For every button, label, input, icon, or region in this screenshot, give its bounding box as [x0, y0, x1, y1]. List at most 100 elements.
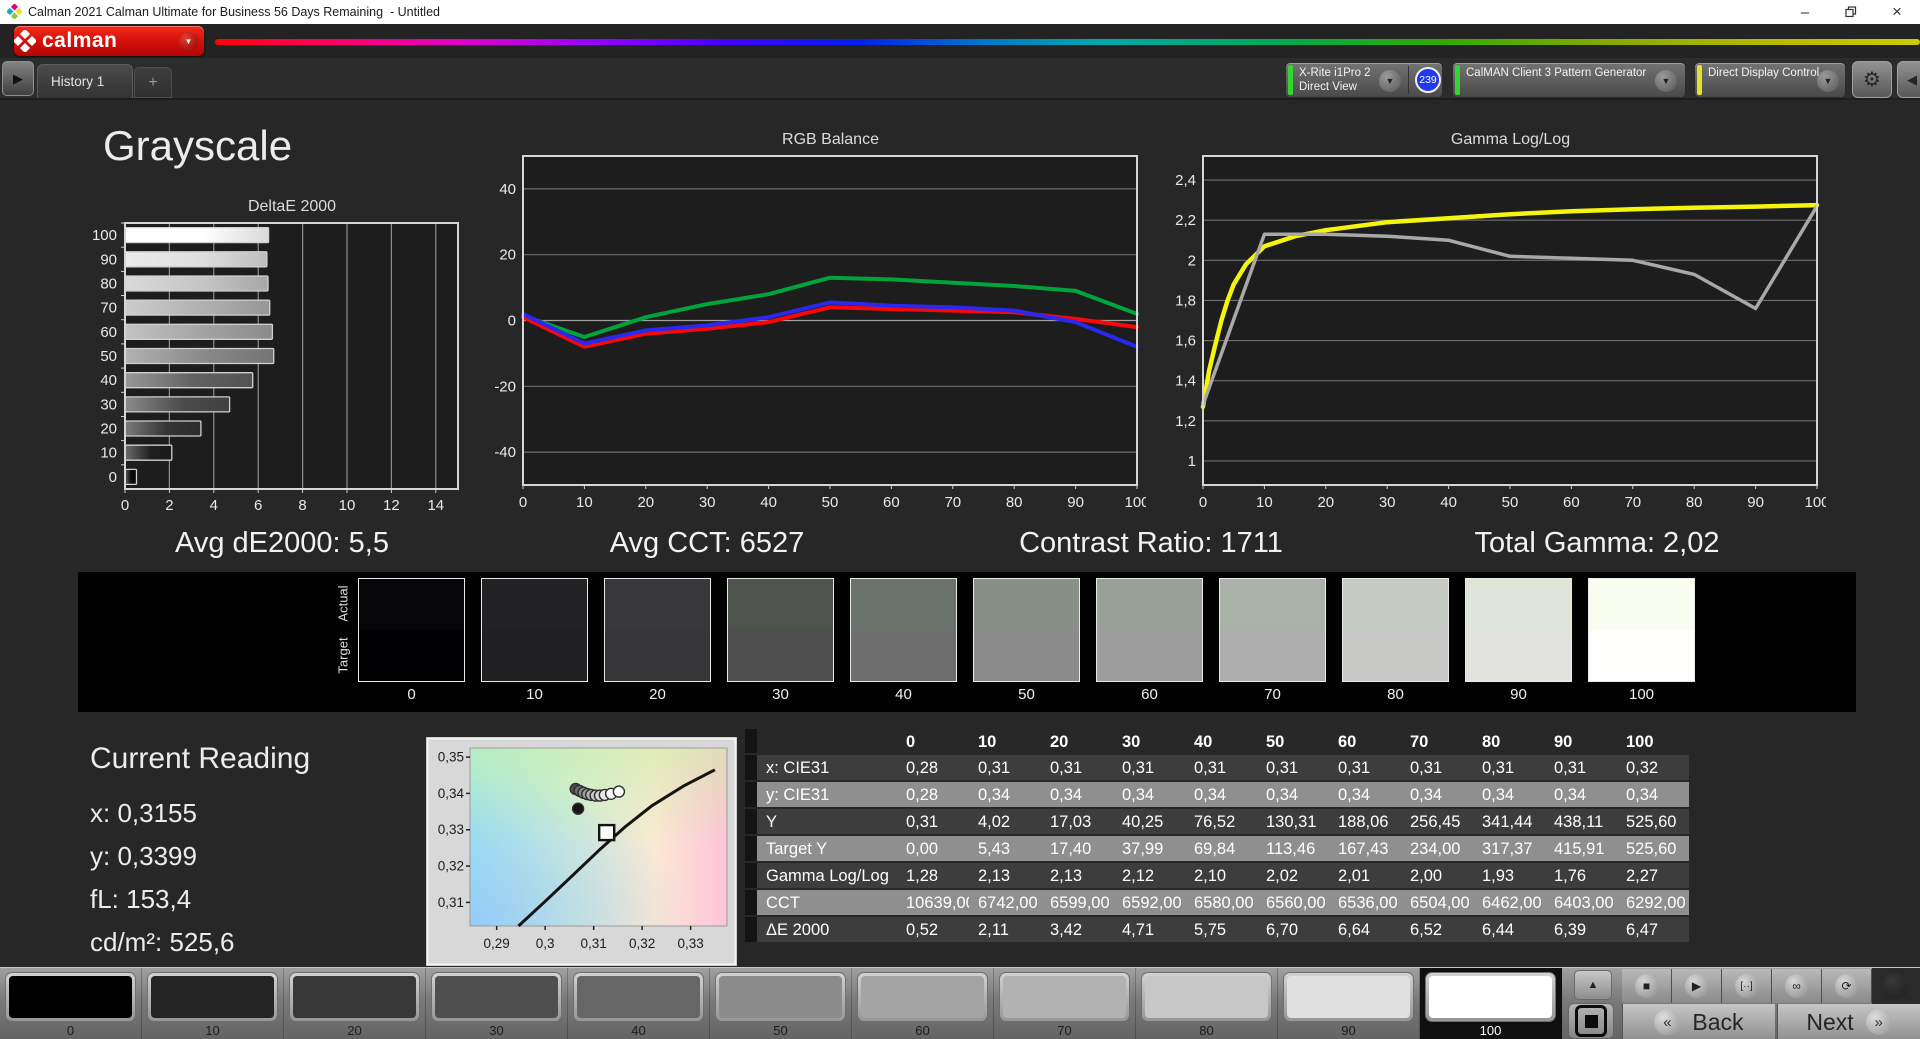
calman-app-window: Calman 2021 Calman Ultimate for Business… — [0, 0, 1920, 1039]
table-cell: 5,75 — [1185, 917, 1257, 944]
rgb-balance-chart-title: RGB Balance — [782, 131, 879, 148]
chevron-down-icon[interactable]: ▼ — [1379, 70, 1401, 92]
svg-text:0: 0 — [519, 494, 527, 511]
table-cell: 1,93 — [1473, 863, 1545, 890]
settings-button[interactable]: ⚙ — [1852, 61, 1892, 98]
gear-icon: ⚙ — [1863, 69, 1881, 91]
page-title: Grayscale — [103, 122, 293, 169]
pattern-button-60[interactable]: 60 — [852, 968, 994, 1039]
table-cell: 0,31 — [1545, 755, 1617, 782]
table-cell: 0,31 — [969, 755, 1041, 782]
tab-history-1[interactable]: History 1 — [37, 64, 133, 98]
pattern-button-20[interactable]: 20 — [284, 968, 426, 1039]
svg-text:90: 90 — [1747, 494, 1764, 511]
table-cell: 4,71 — [1113, 917, 1185, 944]
pattern-level-label: 100 — [1479, 1023, 1502, 1038]
table-cell: 10639,00 — [897, 890, 969, 917]
pattern-window-button[interactable] — [1568, 1003, 1614, 1039]
pattern-button-40[interactable]: 40 — [568, 968, 710, 1039]
grayscale-swatch-20 — [604, 578, 711, 682]
table-cell: 0,31 — [1113, 755, 1185, 782]
avg-de2000-stat: Avg dE2000: 5,5 — [175, 527, 389, 559]
add-tab-button[interactable]: + — [134, 67, 172, 98]
table-cell: 0,31 — [1329, 755, 1401, 782]
target-swatch — [1343, 630, 1448, 681]
table-cell: 37,99 — [1113, 836, 1185, 863]
pattern-swatch — [577, 976, 700, 1018]
pattern-button-0[interactable]: 0 — [0, 968, 142, 1039]
svg-text:0,34: 0,34 — [438, 786, 465, 801]
meter-count-badge[interactable]: 239 — [1415, 67, 1441, 93]
layout-nav-button[interactable]: ▶ — [2, 61, 34, 96]
table-cell: 2,00 — [1401, 863, 1473, 890]
restore-button[interactable] — [1828, 0, 1874, 24]
table-cell: 6742,00 — [969, 890, 1041, 917]
refresh-button[interactable]: ⟳ — [1822, 969, 1872, 1003]
table-cell: 0,34 — [1473, 782, 1545, 809]
actual-swatch — [1466, 579, 1571, 630]
pattern-button-100[interactable]: 100 — [1420, 968, 1562, 1039]
loop-icon: ∞ — [1784, 974, 1809, 998]
table-header-cell: 0 — [897, 729, 969, 755]
pattern-swatch-frame — [431, 972, 562, 1022]
target-swatch — [728, 630, 833, 681]
actual-swatch — [359, 579, 464, 630]
svg-text:0: 0 — [109, 469, 117, 486]
display-control-dropdown[interactable]: Direct Display Control ▼ — [1694, 62, 1846, 98]
cie-chart-plot: 0,35 0,34 0,33 0,32 0,31 0,29 0,3 0,31 0,32 0,33 — [425, 736, 738, 967]
table-header-cell: 80 — [1473, 729, 1545, 755]
step-button[interactable]: [··] — [1722, 969, 1772, 1003]
grayscale-swatch-70 — [1219, 578, 1326, 682]
table-cell: 6,44 — [1473, 917, 1545, 944]
svg-text:60: 60 — [883, 494, 900, 511]
pattern-generator-name: CalMAN Client 3 Pattern Generator — [1466, 67, 1647, 79]
table-header-cell: 20 — [1041, 729, 1113, 755]
table-cell: 6,64 — [1329, 917, 1401, 944]
table-cell: 0,34 — [1257, 782, 1329, 809]
next-button[interactable]: Next » — [1777, 1004, 1920, 1039]
table-row-strip — [745, 836, 757, 863]
pattern-panel-up-button[interactable]: ▲ — [1574, 970, 1612, 1000]
close-button[interactable]: × — [1874, 0, 1920, 24]
pattern-button-50[interactable]: 50 — [710, 968, 852, 1039]
pattern-swatch — [435, 976, 558, 1018]
collapse-panel-button[interactable]: ◀ — [1897, 61, 1920, 98]
loop-button[interactable]: ∞ — [1772, 969, 1822, 1003]
calman-menu-button[interactable]: calman ▼ — [14, 26, 204, 56]
table-header-cell: 60 — [1329, 729, 1401, 755]
pattern-level-label: 50 — [773, 1023, 788, 1038]
target-swatch — [1097, 630, 1202, 681]
swatch-level-label: 50 — [1018, 686, 1035, 703]
table-cell: 6,52 — [1401, 917, 1473, 944]
pattern-button-80[interactable]: 80 — [1136, 968, 1278, 1039]
pattern-generator-dropdown[interactable]: CalMAN Client 3 Pattern Generator ▼ — [1452, 62, 1686, 98]
next-chevrons-icon: » — [1865, 1009, 1892, 1035]
stop-button[interactable]: ■ — [1622, 969, 1672, 1003]
pattern-button-70[interactable]: 70 — [994, 968, 1136, 1039]
pattern-swatch-frame — [857, 972, 988, 1022]
chevron-down-icon[interactable]: ▼ — [1655, 70, 1677, 92]
pattern-button-10[interactable]: 10 — [142, 968, 284, 1039]
pattern-button-30[interactable]: 30 — [426, 968, 568, 1039]
table-cell: 0,28 — [897, 782, 969, 809]
calman-menu-chevron-icon[interactable]: ▼ — [179, 32, 198, 51]
play-button[interactable]: ▶ — [1672, 969, 1722, 1003]
deltae-bar-90 — [124, 251, 268, 268]
svg-text:20: 20 — [1317, 494, 1334, 511]
svg-text:0,29: 0,29 — [484, 936, 510, 951]
table-row-strip — [745, 809, 757, 836]
deltae-bar-50 — [124, 347, 275, 365]
svg-text:2: 2 — [1188, 252, 1196, 269]
svg-text:40: 40 — [499, 181, 516, 198]
table-cell: 0,31 — [1185, 755, 1257, 782]
table-row-label: Gamma Log/Log — [757, 863, 897, 890]
pattern-button-90[interactable]: 90 — [1278, 968, 1420, 1039]
meter-dropdown[interactable]: X-Rite i1Pro 2 Direct View ▼ 239 — [1285, 62, 1443, 98]
current-reading-y: y: 0,3399 — [90, 841, 197, 871]
actual-swatch — [1343, 579, 1448, 630]
svg-text:40: 40 — [1440, 494, 1457, 511]
back-button[interactable]: « Back — [1622, 1004, 1775, 1039]
minimize-button[interactable]: – — [1782, 0, 1828, 24]
chevron-down-icon[interactable]: ▼ — [1817, 70, 1839, 92]
svg-text:-20: -20 — [494, 378, 516, 395]
